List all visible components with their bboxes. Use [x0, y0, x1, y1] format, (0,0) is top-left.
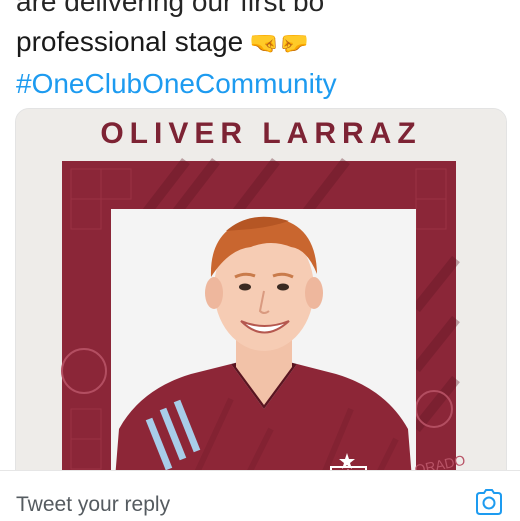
tweet-line-cut: are delivering our first bo [16, 0, 325, 17]
tweet-line: professional stage 🤜🤛 [16, 22, 506, 64]
tweet-line-text: professional stage [16, 26, 244, 57]
tweet-text: are delivering our first bo professional… [16, 0, 506, 104]
player-name: OLIVER LARRAZ [100, 117, 422, 150]
reply-bar: Tweet your reply [0, 470, 520, 521]
fist-bump-emoji: 🤜🤛 [249, 29, 310, 57]
hashtag-link[interactable]: #OneClubOneCommunity [16, 64, 506, 104]
tweet-media-card[interactable]: SCOLORADO OLIVER LARRAZ [15, 108, 507, 510]
camera-icon[interactable] [474, 488, 504, 516]
player-photo: adidas [112, 216, 415, 509]
reply-input[interactable]: Tweet your reply [16, 493, 170, 517]
